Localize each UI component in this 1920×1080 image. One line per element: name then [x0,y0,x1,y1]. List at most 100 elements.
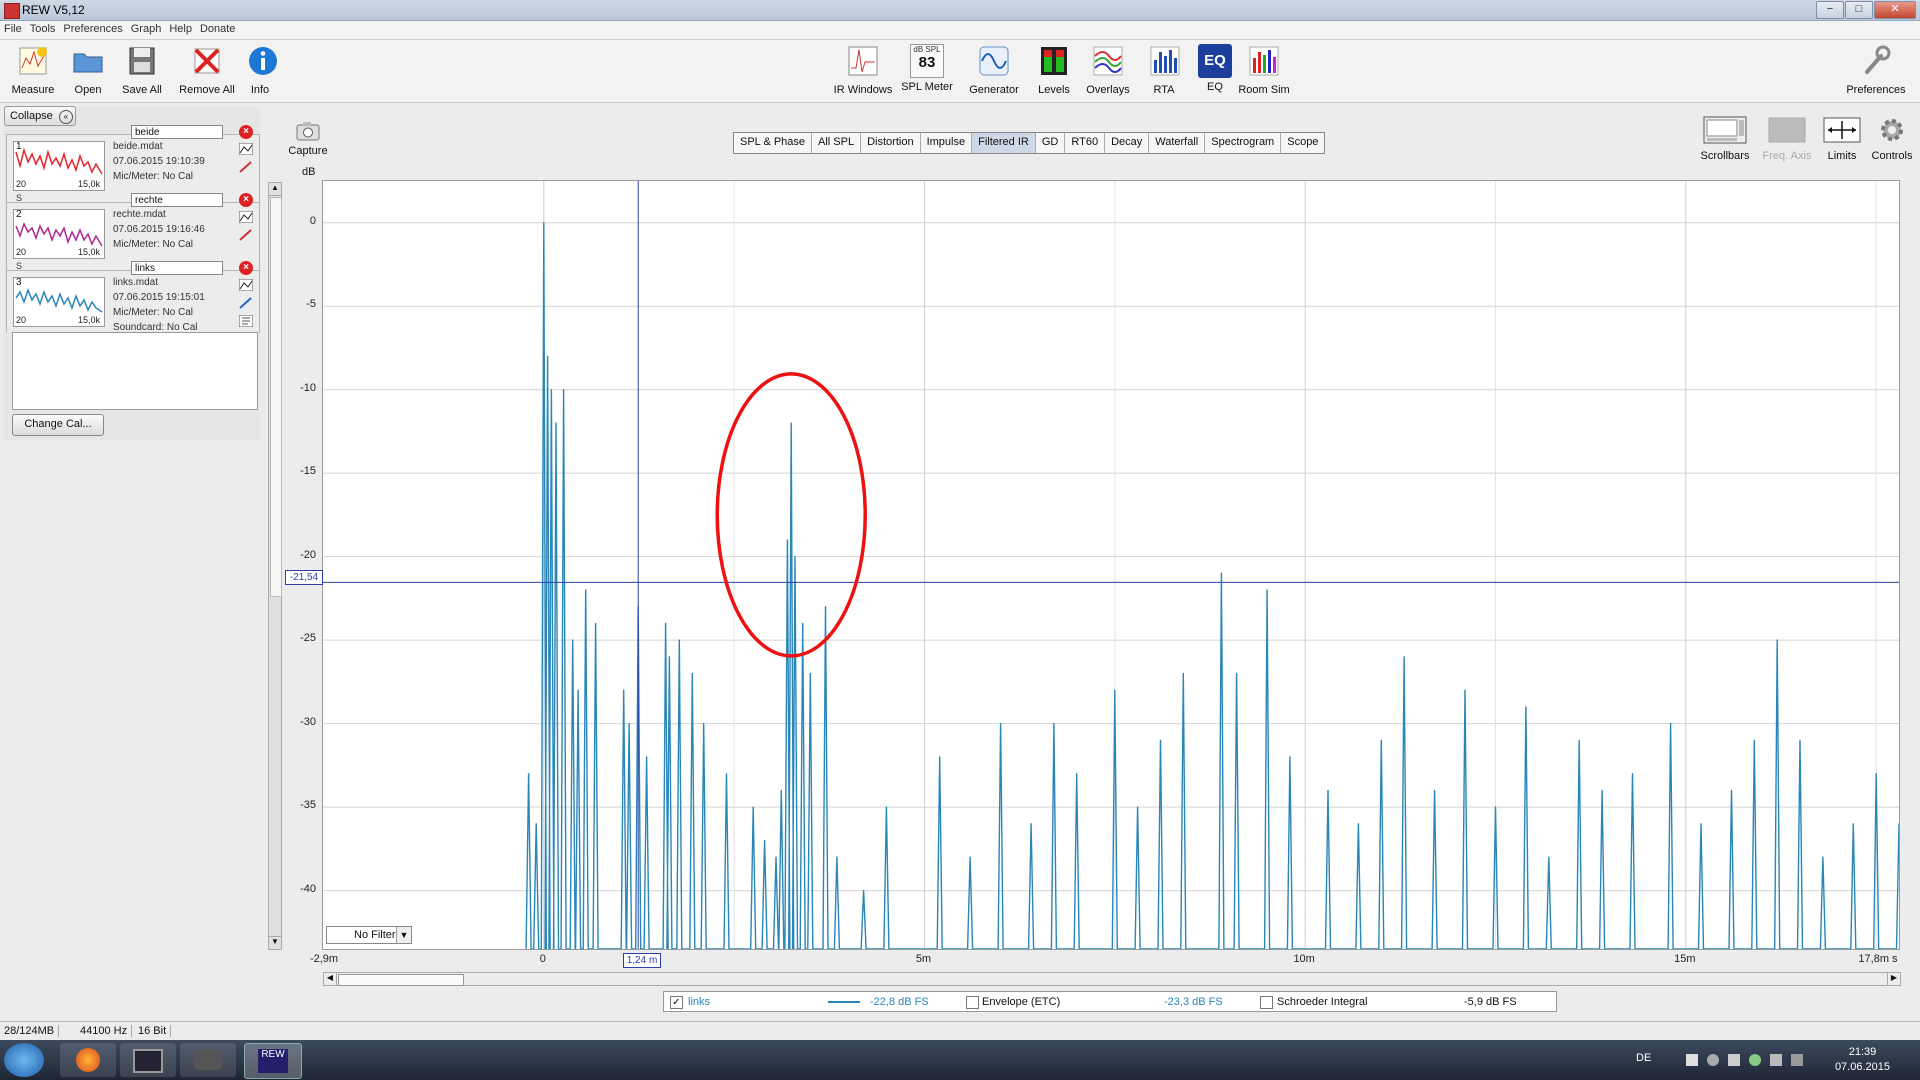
tab-spectrogram[interactable]: Spectrogram [1205,133,1282,153]
connection-icon[interactable] [1770,1054,1782,1066]
volume-icon[interactable] [1791,1054,1803,1066]
remove-measurement-icon[interactable]: × [239,261,253,275]
maximize-button[interactable]: □ [1845,1,1873,19]
flag-icon[interactable] [1686,1054,1698,1066]
spl-meter-value: 83 [918,54,936,71]
rew-taskbar-icon[interactable]: REW [244,1043,302,1079]
tab-waterfall[interactable]: Waterfall [1149,133,1206,153]
measurement-card-links[interactable]: links × 3 20 15,0k links.mdat 07.06.2015… [6,261,260,333]
tab-spl-phase[interactable]: SPL & Phase [734,133,813,153]
clock-date: 07.06.2015 [1834,1061,1890,1073]
links-checkbox[interactable]: ✓ [670,996,683,1009]
limits-button[interactable]: Limits [1820,116,1864,162]
measure-button[interactable]: Measure [10,44,56,96]
filter-value: No Filter [354,929,396,941]
firefox-taskbar-icon[interactable] [60,1043,116,1077]
system-tray [1686,1054,1856,1066]
rta-button[interactable]: RTA [1148,44,1180,96]
tab-rt60[interactable]: RT60 [1065,133,1106,153]
remove-measurement-icon[interactable]: × [239,193,253,207]
keyboard-language[interactable]: DE [1636,1052,1651,1064]
chevron-down-icon[interactable]: ▼ [396,927,411,943]
save-all-button[interactable]: Save All [118,44,166,96]
graph-canvas[interactable] [323,181,1899,949]
scrollbars-label: Scrollbars [1700,150,1750,162]
scroll-down-icon[interactable]: ▼ [269,936,281,949]
menu-graph[interactable]: Graph [127,21,166,37]
scroll-left-icon[interactable]: ◀ [324,973,337,985]
menu-help[interactable]: Help [165,21,196,37]
monitor-taskbar-icon[interactable] [120,1043,176,1077]
scroll-thumb[interactable] [270,197,282,597]
measurement-name-input[interactable]: beide [131,125,223,139]
minimize-button[interactable]: − [1816,1,1844,19]
scroll-up-icon[interactable]: ▲ [269,183,281,196]
monitor-app-icon[interactable] [1749,1054,1761,1066]
open-button[interactable]: Open [68,44,108,96]
scroll-right-icon[interactable]: ▶ [1887,973,1900,985]
info-icon [249,47,277,75]
ir-windows-button[interactable]: IR Windows [832,44,894,96]
tab-filtered-ir[interactable]: Filtered IR [972,133,1036,153]
overlays-button[interactable]: Overlays [1082,44,1134,96]
preferences-button[interactable]: Preferences [1844,44,1908,96]
tab-distortion[interactable]: Distortion [861,133,921,153]
tab-scope[interactable]: Scope [1281,133,1324,153]
freq-axis-button[interactable]: Freq. Axis [1758,116,1816,162]
network-icon[interactable] [1707,1054,1719,1066]
tab-gd[interactable]: GD [1036,133,1066,153]
filter-dropdown[interactable]: No Filter ▼ [326,926,412,944]
chart-edit-icon[interactable] [239,279,253,291]
scrollbars-button[interactable]: Scrollbars [1698,116,1752,162]
pen-icon[interactable] [239,161,253,173]
close-button[interactable]: ✕ [1874,1,1916,19]
generator-button[interactable]: Generator [966,44,1022,96]
collapse-button[interactable]: Collapse « [4,106,76,126]
info-button[interactable]: Info [246,44,277,96]
taskbar-clock[interactable]: 21:39 07.06.2015 [1835,1045,1890,1075]
bit-depth-status: 16 Bit [134,1025,172,1037]
x-tick-label: 17,8m s [1858,953,1898,965]
filtered-ir-graph[interactable] [322,180,1900,950]
change-cal-button[interactable]: Change Cal... [12,414,104,436]
menu-donate[interactable]: Donate [196,21,239,37]
spl-meter-badge: dB SPL [913,45,941,54]
measurement-number: 3 [16,277,22,288]
remove-measurement-icon[interactable]: × [239,125,253,139]
calibration-icon[interactable] [239,315,253,327]
measurement-name-input[interactable]: rechte [131,193,223,207]
menu-file[interactable]: File [0,21,26,37]
pen-icon[interactable] [239,229,253,241]
chart-edit-icon[interactable] [239,211,253,223]
eq-button[interactable]: EQ EQ [1198,44,1232,93]
room-sim-button[interactable]: Room Sim [1238,44,1290,96]
measurements-panel: Collapse « beide × 1 20 15,0k beide.mdat… [4,106,260,440]
device-taskbar-icon[interactable] [180,1043,236,1077]
os-taskbar: REW DE 21:39 07.06.2015 [0,1040,1920,1080]
envelope-checkbox[interactable] [966,996,979,1009]
menu-tools[interactable]: Tools [26,21,60,37]
measurement-name-input[interactable]: links [131,261,223,275]
remove-all-button[interactable]: Remove All [178,44,236,96]
panel-scrollbar[interactable]: ▲ ▼ [268,182,282,950]
start-button-icon[interactable] [4,1043,44,1077]
tab-decay[interactable]: Decay [1105,133,1150,153]
scrollbars-icon [1703,116,1747,144]
tab-impulse[interactable]: Impulse [921,133,973,153]
levels-button[interactable]: Levels [1034,44,1074,96]
calibration-box [12,332,258,410]
controls-button[interactable]: Controls [1868,116,1916,162]
window-title-bar: REW V5,12 − □ ✕ [0,0,1920,21]
display-icon[interactable] [1728,1054,1740,1066]
capture-button[interactable]: Capture [286,120,330,157]
pen-icon[interactable] [239,297,253,309]
scroll-thumb[interactable] [338,974,464,986]
menu-preferences[interactable]: Preferences [59,21,126,37]
chart-edit-icon[interactable] [239,143,253,155]
chevron-double-left-icon: « [58,110,73,124]
graph-horizontal-scrollbar[interactable]: ◀ ▶ [323,972,1901,986]
spl-meter-button[interactable]: dB SPL 83 SPL Meter [900,44,954,93]
levels-label: Levels [1038,84,1070,96]
schroeder-checkbox[interactable] [1260,996,1273,1009]
tab-all-spl[interactable]: All SPL [812,133,862,153]
